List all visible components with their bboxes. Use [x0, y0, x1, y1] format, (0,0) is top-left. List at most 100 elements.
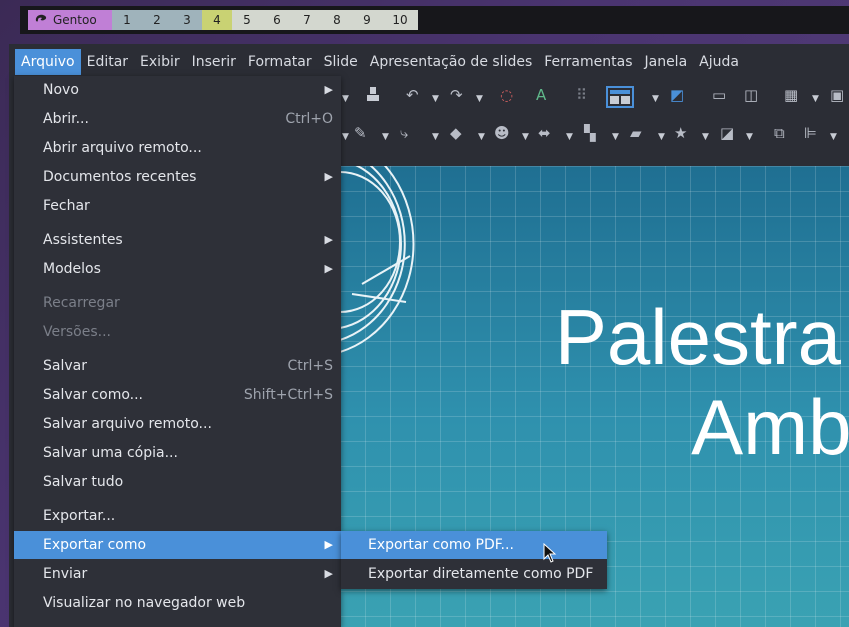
- table-icon[interactable]: ▦: [784, 86, 798, 104]
- menu-item-salvar-tudo[interactable]: Salvar tudo: [14, 468, 341, 496]
- table-dropdown-icon[interactable]: ▼: [812, 90, 819, 108]
- callouts-icon[interactable]: ▰: [630, 124, 642, 142]
- slide-layout-icon[interactable]: [606, 86, 634, 112]
- line-color-icon[interactable]: ✎: [354, 124, 367, 142]
- stars-dropdown-icon[interactable]: ▼: [702, 128, 709, 146]
- menu-item-versoes: Versões...: [14, 318, 341, 346]
- workspace-4[interactable]: 4: [202, 10, 232, 30]
- transformations-icon[interactable]: ⧉: [774, 124, 785, 142]
- workspace-5[interactable]: 5: [232, 10, 262, 30]
- menu-item-label: Exportar como PDF...: [368, 537, 514, 553]
- menu-item-novo[interactable]: Novo ▶: [14, 76, 341, 104]
- standard-toolbar: ▼ ↶ ▼ ↷ ▼ ◌ A ⠿ ▼ ◩ ▭ ◫ ▦ ▼ ▣: [340, 80, 849, 110]
- undo-icon[interactable]: ↶: [406, 86, 419, 104]
- menu-item-label: Novo: [43, 82, 79, 98]
- spelling-icon[interactable]: A: [536, 86, 546, 104]
- shadow-icon[interactable]: ◪: [720, 124, 734, 142]
- dropdown-arrow-icon[interactable]: ▼: [342, 90, 349, 108]
- flowchart-icon[interactable]: ▚: [584, 124, 596, 142]
- symbol-dropdown-icon[interactable]: ▼: [522, 128, 529, 146]
- dropdown-arrow-icon[interactable]: ▼: [342, 128, 349, 146]
- block-arrows-icon[interactable]: ⬌: [538, 124, 551, 142]
- menu-item-label: Abrir...: [43, 111, 89, 127]
- connector-dropdown-icon[interactable]: ▼: [432, 128, 439, 146]
- menu-item-exportar-diretamente-pdf[interactable]: Exportar diretamente como PDF: [341, 560, 607, 588]
- symbol-shapes-icon[interactable]: ☻: [494, 124, 510, 142]
- menu-formatar[interactable]: Formatar: [242, 49, 318, 75]
- menu-item-recarregar: Recarregar: [14, 289, 341, 317]
- undo-dropdown-icon[interactable]: ▼: [432, 90, 439, 108]
- callouts-dropdown-icon[interactable]: ▼: [658, 128, 665, 146]
- menu-item-salvar-como[interactable]: Salvar como... Shift+Ctrl+S: [14, 381, 341, 409]
- redo-dropdown-icon[interactable]: ▼: [476, 90, 483, 108]
- menu-item-label: Documentos recentes: [43, 169, 197, 185]
- workspace-2[interactable]: 2: [142, 10, 172, 30]
- menu-arquivo[interactable]: Arquivo: [15, 49, 81, 75]
- distro-tag[interactable]: Gentoo: [28, 10, 112, 30]
- menu-item-label: Exportar...: [43, 508, 116, 524]
- menubar: Arquivo Editar Exibir Inserir Formatar S…: [9, 48, 849, 76]
- menu-item-abrir-remoto[interactable]: Abrir arquivo remoto...: [14, 134, 341, 162]
- menu-item-salvar-remoto[interactable]: Salvar arquivo remoto...: [14, 410, 341, 438]
- menu-item-salvar-copia[interactable]: Salvar uma cópia...: [14, 439, 341, 467]
- start-presentation-icon[interactable]: ▭: [712, 86, 726, 104]
- comment-icon[interactable]: ◩: [670, 86, 684, 104]
- menu-janela[interactable]: Janela: [638, 49, 693, 75]
- menu-item-documentos-recentes[interactable]: Documentos recentes ▶: [14, 163, 341, 191]
- layout-dropdown-icon[interactable]: ▼: [652, 90, 659, 108]
- menu-item-label: Enviar: [43, 566, 88, 582]
- menu-editar[interactable]: Editar: [81, 49, 134, 75]
- menu-item-assistentes[interactable]: Assistentes ▶: [14, 226, 341, 254]
- flowchart-dropdown-icon[interactable]: ▼: [612, 128, 619, 146]
- menu-item-modelos[interactable]: Modelos ▶: [14, 255, 341, 283]
- menu-slide[interactable]: Slide: [318, 49, 364, 75]
- grid-icon[interactable]: ⠿: [576, 86, 587, 104]
- workspace-10[interactable]: 10: [382, 10, 418, 30]
- menu-item-label: Salvar uma cópia...: [43, 445, 178, 461]
- insert-image-icon[interactable]: ▣: [830, 86, 844, 104]
- arrows-dropdown-icon[interactable]: ▼: [566, 128, 573, 146]
- find-replace-icon[interactable]: ◌: [500, 86, 513, 104]
- submenu-arrow-icon: ▶: [324, 233, 333, 246]
- menu-item-visualizar-navegador[interactable]: Visualizar no navegador web: [14, 589, 341, 617]
- basic-shapes-icon[interactable]: ◆: [450, 124, 462, 142]
- slide-title-line-2: Ambi: [691, 383, 849, 471]
- presenter-console-icon[interactable]: ◫: [744, 86, 758, 104]
- submenu-arrow-icon: ▶: [324, 262, 333, 275]
- align-objects-icon[interactable]: ⊫: [804, 124, 817, 142]
- line-dropdown-icon[interactable]: ▼: [382, 128, 389, 146]
- menu-item-enviar[interactable]: Enviar ▶: [14, 560, 341, 588]
- redo-icon[interactable]: ↷: [450, 86, 463, 104]
- menu-item-fechar[interactable]: Fechar: [14, 192, 341, 220]
- workspace-8[interactable]: 8: [322, 10, 352, 30]
- clone-formatting-icon[interactable]: [366, 86, 380, 106]
- menu-item-label: Visualizar no navegador web: [43, 595, 246, 611]
- menu-ajuda[interactable]: Ajuda: [693, 49, 745, 75]
- workspace-3[interactable]: 3: [172, 10, 202, 30]
- decorative-arcs: [340, 166, 415, 353]
- menu-item-salvar[interactable]: Salvar Ctrl+S: [14, 352, 341, 380]
- workspace-7[interactable]: 7: [292, 10, 322, 30]
- align-dropdown-icon[interactable]: ▼: [830, 128, 837, 146]
- submenu-arrow-icon: ▶: [324, 567, 333, 580]
- menu-apresentacao[interactable]: Apresentação de slides: [364, 49, 538, 75]
- menu-inserir[interactable]: Inserir: [186, 49, 242, 75]
- menu-item-shortcut: Ctrl+S: [287, 358, 333, 374]
- menu-ferramentas[interactable]: Ferramentas: [538, 49, 638, 75]
- menu-item-exportar-pdf[interactable]: Exportar como PDF...: [341, 531, 607, 559]
- slide-title[interactable]: Palestra so Ambi: [470, 292, 849, 472]
- workspace-1[interactable]: 1: [112, 10, 142, 30]
- workspace-6[interactable]: 6: [262, 10, 292, 30]
- menu-item-exportar-como[interactable]: Exportar como ▶: [14, 531, 341, 559]
- export-as-submenu: Exportar como PDF... Exportar diretament…: [341, 531, 607, 589]
- shadow-dropdown-icon[interactable]: ▼: [746, 128, 753, 146]
- connector-icon[interactable]: ⤷: [400, 124, 408, 142]
- menu-item-label: Modelos: [43, 261, 101, 277]
- menu-item-shortcut: Ctrl+O: [285, 111, 333, 127]
- menu-exibir[interactable]: Exibir: [134, 49, 186, 75]
- workspace-9[interactable]: 9: [352, 10, 382, 30]
- shapes-dropdown-icon[interactable]: ▼: [478, 128, 485, 146]
- stars-icon[interactable]: ★: [674, 124, 687, 142]
- menu-item-abrir[interactable]: Abrir... Ctrl+O: [14, 105, 341, 133]
- menu-item-exportar[interactable]: Exportar...: [14, 502, 341, 530]
